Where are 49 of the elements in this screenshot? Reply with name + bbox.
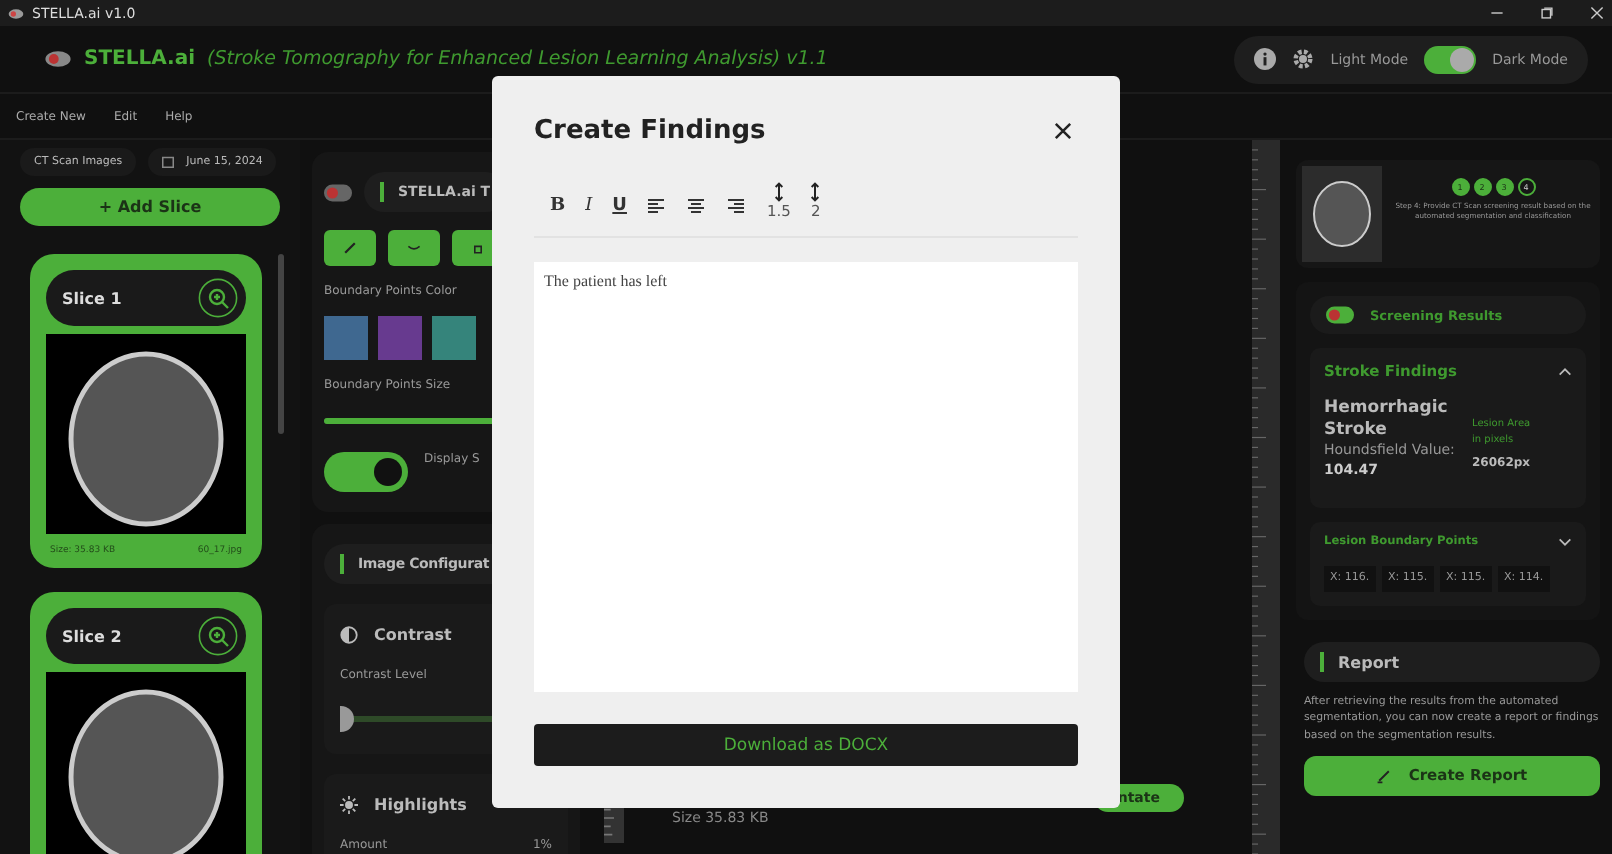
chevron-icon[interactable] [1558, 367, 1572, 375]
app-icon [8, 7, 24, 19]
minimize-icon[interactable] [1490, 6, 1504, 20]
line-spacing-icon [773, 182, 784, 202]
brand-name: STELLA.ai [84, 48, 195, 70]
color-swatch[interactable] [324, 316, 368, 360]
close-icon[interactable] [1054, 122, 1072, 140]
stroke-type: Hemorrhagic Stroke [1324, 398, 1450, 443]
download-button[interactable]: Download as DOCX [534, 724, 1078, 766]
restore-icon[interactable] [1540, 6, 1554, 20]
scrollbar[interactable] [278, 254, 284, 434]
highlights-title: Highlights [374, 796, 467, 814]
color-swatch[interactable] [378, 316, 422, 360]
underline-button[interactable]: U [612, 192, 627, 220]
add-slice-button[interactable]: + Add Slice [20, 188, 280, 226]
info-icon[interactable] [1254, 48, 1277, 70]
findings-editor[interactable]: The patient has left [534, 262, 1078, 692]
color-swatch[interactable] [432, 316, 476, 360]
display-toggle[interactable] [324, 452, 408, 492]
closed-eye-icon [406, 240, 422, 256]
dialog-title: Create Findings [534, 116, 766, 146]
bold-button[interactable]: B [550, 192, 566, 220]
sun-icon [340, 796, 358, 814]
toggle-icon[interactable] [1326, 306, 1354, 324]
italic-button[interactable]: I [585, 192, 593, 220]
zoom-in-icon[interactable] [198, 278, 238, 318]
align-center-icon[interactable] [686, 196, 707, 216]
settings-icon[interactable] [1292, 48, 1315, 70]
align-right-icon[interactable] [726, 196, 747, 216]
chevron-icon[interactable] [1558, 537, 1572, 546]
logo-icon [44, 50, 72, 68]
contrast-icon [340, 626, 358, 644]
app-subtitle: (Stroke Tomography for Enhanced Lesion Learning Analysis) v1.1 [207, 48, 828, 70]
contrast-title: Contrast [374, 626, 452, 644]
zoom-in-icon[interactable] [198, 616, 238, 656]
brain-scan-placeholder [1302, 166, 1382, 262]
calendar-icon [162, 156, 175, 168]
pencil-icon [342, 240, 358, 256]
line-spacing-icon [810, 182, 821, 202]
edit-icon [1376, 767, 1393, 784]
eye-button[interactable] [388, 230, 440, 266]
slice-title: Slice 1 [62, 289, 122, 307]
slice-card[interactable]: Slice 2 [30, 592, 262, 854]
report-title-text: Report [1338, 653, 1400, 672]
toggle-icon[interactable] [324, 183, 352, 201]
pencil-button[interactable] [324, 230, 376, 266]
mode-toggle[interactable] [1424, 45, 1477, 73]
slice-title: Slice 2 [62, 627, 122, 645]
align-left-icon[interactable] [646, 196, 667, 216]
